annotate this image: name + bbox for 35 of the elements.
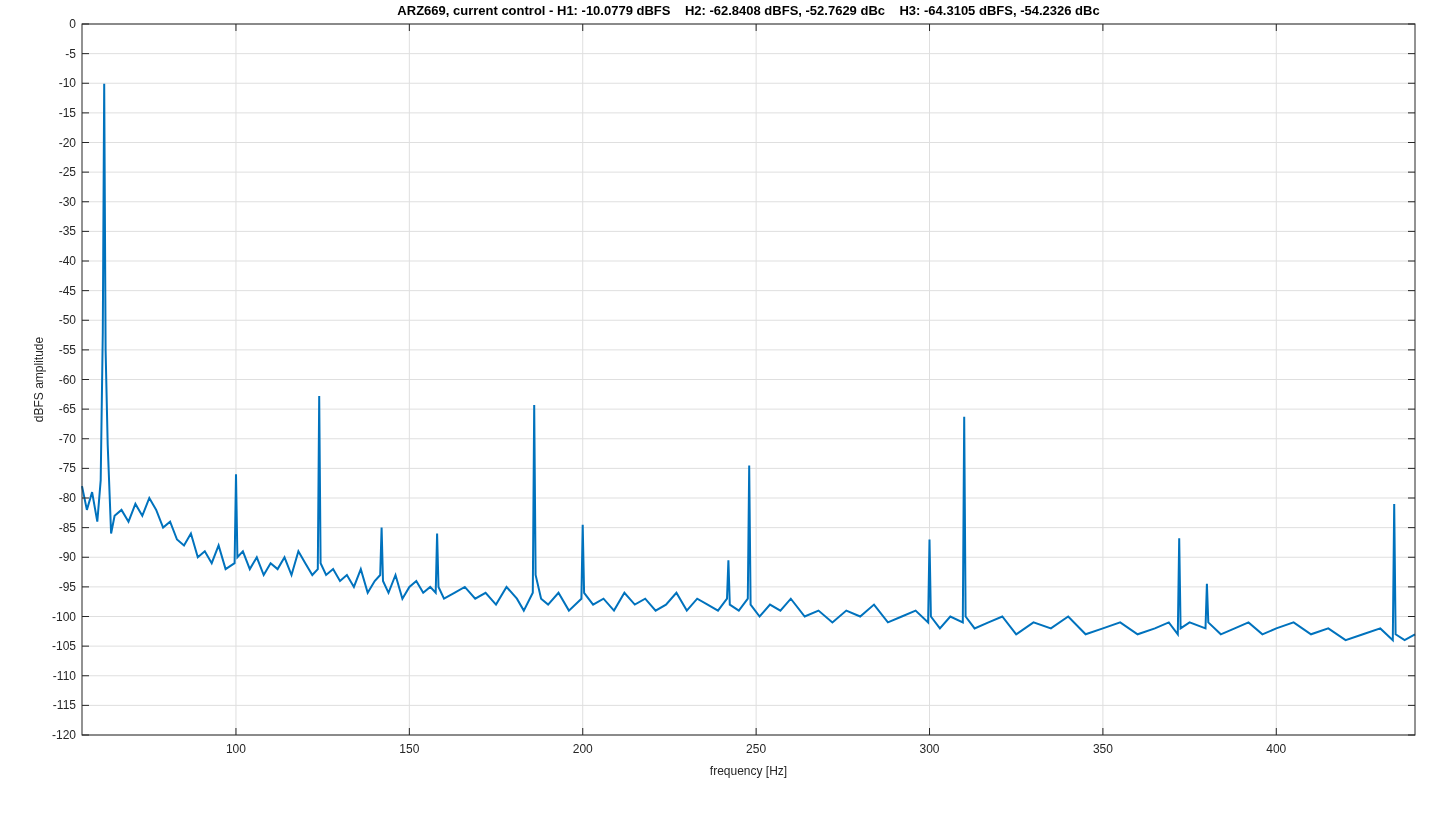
y-tick-label: -70 bbox=[58, 431, 76, 446]
y-tick-label: -50 bbox=[58, 313, 76, 328]
y-tick-label: -5 bbox=[65, 46, 76, 61]
x-axis-label: frequency [Hz] bbox=[709, 764, 788, 778]
x-tick-label: 250 bbox=[746, 742, 767, 756]
x-tick-label: 100 bbox=[225, 742, 246, 756]
y-tick-label: -80 bbox=[58, 491, 76, 505]
y-tick-label: -10 bbox=[58, 76, 76, 91]
y-tick-label: -85 bbox=[58, 520, 76, 535]
y-tick-label: -90 bbox=[58, 550, 76, 565]
y-tick-label: -115 bbox=[52, 698, 76, 713]
y-tick-label: -25 bbox=[58, 165, 76, 180]
y-tick-label: -35 bbox=[58, 224, 76, 239]
y-tick-label: -75 bbox=[58, 461, 76, 476]
y-tick-label: -55 bbox=[58, 342, 76, 357]
y-tick-label: -100 bbox=[51, 609, 76, 624]
y-tick-label: -15 bbox=[58, 105, 76, 120]
y-tick-label: -110 bbox=[52, 668, 76, 683]
x-tick-label: 350 bbox=[1092, 742, 1113, 756]
chart-title: ARZ669, current control - H1: -10.0779 dBFS H2: -62.8408 dBFS, -52.7629 dBc H3: -64.3105 dBFS, -54.2326 dBc bbox=[397, 3, 1100, 18]
y-tick-label: -60 bbox=[58, 372, 76, 387]
x-tick-label: 200 bbox=[572, 742, 593, 756]
x-tick-label: 400 bbox=[1266, 742, 1287, 756]
y-tick-label: 0 bbox=[69, 17, 76, 31]
y-tick-label: -105 bbox=[51, 639, 76, 654]
y-tick-label: -20 bbox=[58, 135, 76, 150]
x-tick-label: 300 bbox=[919, 742, 940, 756]
y-tick-label: -120 bbox=[51, 728, 76, 742]
y-tick-label: -30 bbox=[58, 194, 76, 209]
y-tick-label: -65 bbox=[58, 402, 76, 417]
y-axis-label: dBFS amplitude bbox=[32, 336, 46, 423]
y-tick-label: -45 bbox=[58, 283, 76, 298]
y-tick-label: -95 bbox=[58, 579, 76, 594]
x-tick-label: 150 bbox=[399, 742, 420, 756]
y-tick-label: -40 bbox=[58, 254, 76, 268]
